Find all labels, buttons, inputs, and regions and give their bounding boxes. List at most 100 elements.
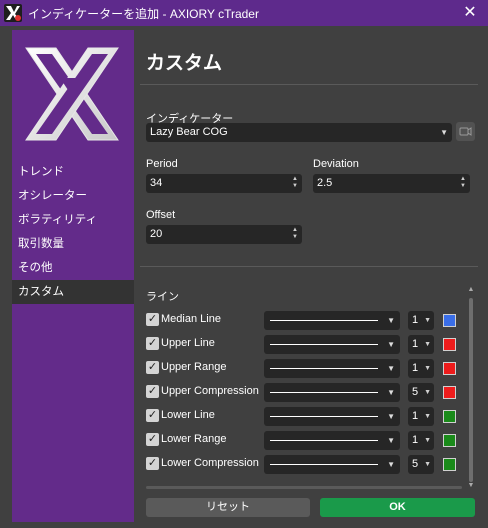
chevron-down-icon: ▼ (387, 460, 395, 469)
line-width-select[interactable]: 5 ▼ (408, 383, 434, 402)
deviation-input[interactable]: 2.5 ▲ ▼ (313, 174, 470, 193)
nav-item-oscillator[interactable]: オシレーター (12, 184, 134, 208)
line-style-select[interactable]: ▼ (264, 407, 400, 426)
scroll-thumb[interactable] (469, 298, 473, 482)
indicator-value: Lazy Bear COG (150, 126, 228, 138)
line-color-swatch[interactable] (443, 338, 456, 351)
spinner-arrows-icon[interactable]: ▲ ▼ (460, 176, 466, 191)
close-icon[interactable]: ✕ (460, 3, 480, 23)
line-width-select[interactable]: 1 ▼ (408, 311, 434, 330)
line-row: ✓ Lower Line ▼ 1 ▼ (146, 407, 456, 427)
spinner-arrows-icon[interactable]: ▲ ▼ (292, 176, 298, 191)
line-width-select[interactable]: 5 ▼ (408, 455, 434, 474)
line-label: Median Line (161, 313, 221, 325)
chevron-down-icon: ▼ (387, 364, 395, 373)
line-style-preview (270, 320, 378, 321)
line-row: ✓ Lower Range ▼ 1 ▼ (146, 431, 456, 451)
nav-item-volume[interactable]: 取引数量 (12, 232, 134, 256)
camera-icon[interactable] (456, 122, 475, 141)
line-width-value: 1 (412, 410, 419, 422)
period-label: Period (146, 158, 178, 170)
horizontal-scrollbar[interactable] (146, 486, 462, 489)
line-label: Lower Range (161, 433, 227, 445)
line-label: Upper Range (161, 361, 227, 373)
nav-item-volatility[interactable]: ボラティリティ (12, 208, 134, 232)
line-row: ✓ Upper Compression ▼ 5 ▼ (146, 383, 456, 403)
line-style-preview (270, 368, 378, 369)
chevron-down-icon: ▼ (424, 413, 431, 420)
divider (140, 84, 478, 85)
line-checkbox[interactable]: ✓ (146, 337, 159, 350)
category-sidebar: トレンド オシレーター ボラティリティ 取引数量 その他 カスタム (12, 30, 134, 522)
page-title: カスタム (146, 53, 223, 74)
scroll-down-icon[interactable]: ▼ (466, 482, 476, 490)
line-row: ✓ Upper Range ▼ 1 ▼ (146, 359, 456, 379)
line-width-value: 1 (412, 338, 419, 350)
line-color-swatch[interactable] (443, 434, 456, 447)
line-label: Lower Line (161, 409, 215, 421)
scroll-up-icon[interactable]: ▲ (466, 286, 476, 294)
nav-item-other[interactable]: その他 (12, 256, 134, 280)
line-width-value: 1 (412, 362, 419, 374)
line-style-preview (270, 464, 378, 465)
line-color-swatch[interactable] (443, 386, 456, 399)
nav-item-trend[interactable]: トレンド (12, 160, 134, 184)
line-style-preview (270, 344, 378, 345)
reset-button[interactable]: リセット (146, 498, 310, 517)
line-label: Lower Compression (161, 457, 259, 469)
indicator-select[interactable]: Lazy Bear COG ▼ (146, 123, 452, 142)
chevron-down-icon: ▼ (387, 340, 395, 349)
window-title: インディケーターを追加 - AXIORY cTrader (28, 6, 259, 21)
line-style-select[interactable]: ▼ (264, 311, 400, 330)
line-style-select[interactable]: ▼ (264, 335, 400, 354)
line-color-swatch[interactable] (443, 458, 456, 471)
line-row: ✓ Upper Line ▼ 1 ▼ (146, 335, 456, 355)
axiory-logo (20, 42, 124, 146)
chevron-down-icon: ▼ (387, 412, 395, 421)
offset-value: 20 (150, 228, 163, 240)
line-style-select[interactable]: ▼ (264, 359, 400, 378)
chevron-down-icon: ▼ (424, 437, 431, 444)
line-style-preview (270, 440, 378, 441)
line-checkbox[interactable]: ✓ (146, 433, 159, 446)
line-style-preview (270, 416, 378, 417)
line-style-select[interactable]: ▼ (264, 455, 400, 474)
chevron-down-icon: ▼ (424, 461, 431, 468)
line-width-value: 1 (412, 434, 419, 446)
chevron-down-icon: ▼ (424, 389, 431, 396)
settings-panel: カスタム インディケーター Lazy Bear COG ▼ Period 34 … (140, 30, 478, 522)
ctrader-app-icon (4, 4, 22, 22)
line-color-swatch[interactable] (443, 362, 456, 375)
lines-section-label: ライン (146, 291, 179, 303)
line-row: ✓ Lower Compression ▼ 5 ▼ (146, 455, 456, 475)
title-bar: インディケーターを追加 - AXIORY cTrader ✕ (0, 0, 488, 26)
line-checkbox[interactable]: ✓ (146, 457, 159, 470)
line-row: ✓ Median Line ▼ 1 ▼ (146, 311, 456, 331)
line-color-swatch[interactable] (443, 410, 456, 423)
line-width-select[interactable]: 1 ▼ (408, 407, 434, 426)
line-width-select[interactable]: 1 ▼ (408, 335, 434, 354)
nav-item-custom[interactable]: カスタム (12, 280, 134, 304)
offset-input[interactable]: 20 ▲ ▼ (146, 225, 302, 244)
spinner-arrows-icon[interactable]: ▲ ▼ (292, 227, 298, 242)
line-width-value: 1 (412, 314, 419, 326)
line-checkbox[interactable]: ✓ (146, 313, 159, 326)
chevron-down-icon: ▼ (387, 436, 395, 445)
deviation-value: 2.5 (317, 177, 333, 189)
vertical-scrollbar[interactable]: ▲ ▼ (466, 286, 476, 490)
line-width-select[interactable]: 1 ▼ (408, 431, 434, 450)
line-width-select[interactable]: 1 ▼ (408, 359, 434, 378)
chevron-down-icon: ▼ (440, 128, 448, 137)
line-checkbox[interactable]: ✓ (146, 385, 159, 398)
line-style-select[interactable]: ▼ (264, 431, 400, 450)
line-checkbox[interactable]: ✓ (146, 409, 159, 422)
period-input[interactable]: 34 ▲ ▼ (146, 174, 302, 193)
chevron-down-icon: ▼ (424, 317, 431, 324)
line-style-select[interactable]: ▼ (264, 383, 400, 402)
line-checkbox[interactable]: ✓ (146, 361, 159, 374)
chevron-down-icon: ▼ (387, 316, 395, 325)
period-value: 34 (150, 177, 163, 189)
chevron-down-icon: ▼ (387, 388, 395, 397)
line-color-swatch[interactable] (443, 314, 456, 327)
ok-button[interactable]: OK (320, 498, 475, 517)
